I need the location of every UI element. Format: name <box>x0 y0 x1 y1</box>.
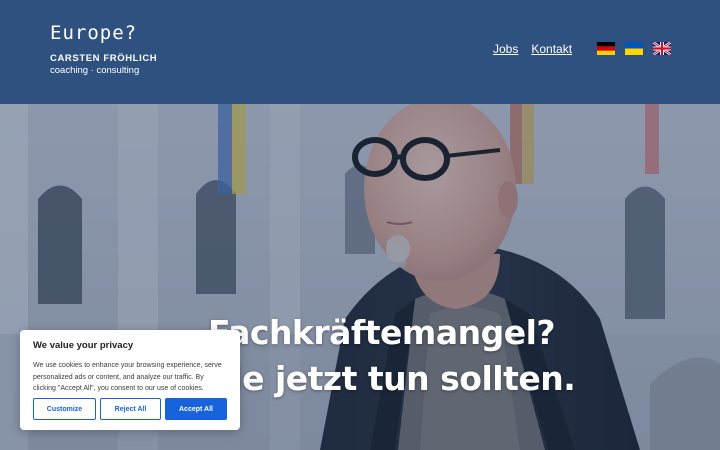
uk-flag-icon[interactable] <box>653 42 671 55</box>
site-header: Europe? CARSTEN FRÖHLICH coaching · cons… <box>0 0 720 104</box>
hero-heading: Fachkräftemangel? Sie jetzt tun sollten. <box>208 310 576 402</box>
nav-link-jobs[interactable]: Jobs <box>493 42 518 56</box>
logo-tagline: coaching · consulting <box>50 65 140 76</box>
german-flag-icon[interactable] <box>597 42 615 55</box>
cookie-banner-actions: Customize Reject All Accept All <box>33 398 227 420</box>
site-logo[interactable]: Europe? CARSTEN FRÖHLICH coaching · cons… <box>50 22 157 77</box>
logo-mark: Europe? <box>50 22 138 44</box>
nav-link-kontakt[interactable]: Kontakt <box>531 42 572 56</box>
cookie-banner-title: We value your privacy <box>33 340 134 351</box>
logo-name: CARSTEN FRÖHLICH <box>50 53 158 64</box>
cookie-banner-text: We use cookies to enhance your browsing … <box>33 362 222 392</box>
reject-all-button[interactable]: Reject All <box>100 398 161 420</box>
main-nav: Jobs Kontakt <box>493 42 572 56</box>
hero-heading-line1: Fachkräftemangel? <box>208 313 556 352</box>
accept-all-button[interactable]: Accept All <box>165 398 227 420</box>
cookie-consent-banner: We value your privacy We use cookies to … <box>20 330 240 430</box>
customize-button[interactable]: Customize <box>33 398 96 420</box>
language-switcher <box>597 42 671 55</box>
ukrainian-flag-icon[interactable] <box>625 42 643 55</box>
hero-heading-line2: Sie jetzt tun sollten. <box>208 359 576 398</box>
